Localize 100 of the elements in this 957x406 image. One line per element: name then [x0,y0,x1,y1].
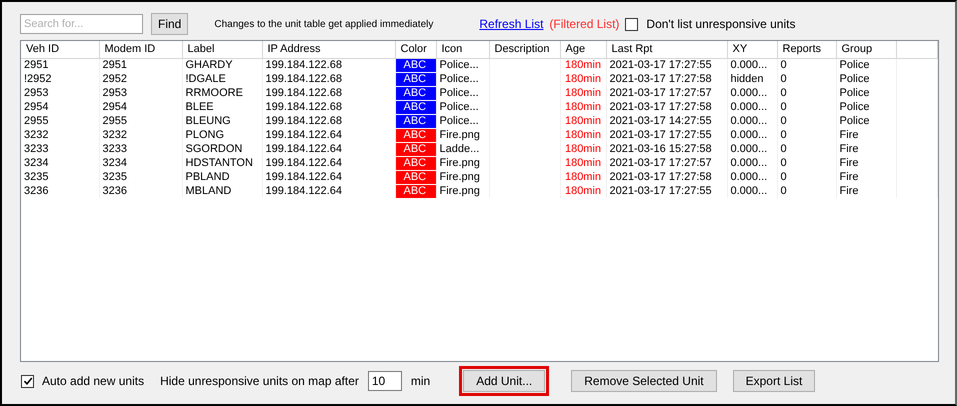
table-cell: 3235 [21,170,99,184]
table-cell: 180min [560,170,606,184]
table-cell: Fire.png [436,170,489,184]
table-cell: 2021-03-17 17:27:57 [606,86,727,100]
table-cell: 199.184.122.64 [262,128,395,142]
table-cell: 3236 [99,184,182,198]
table-cell: PBLAND [182,170,262,184]
table-cell: 0 [777,184,836,198]
unit-label: min [410,373,430,390]
table-cell: 180min [560,156,606,170]
table-cell: Fire [836,128,896,142]
table-cell: 2021-03-17 14:27:55 [606,114,727,128]
table-cell: 2021-03-17 17:27:58 [606,72,727,86]
column-header[interactable]: Last Rpt [606,41,727,58]
table-cell: Police [836,114,896,128]
table-cell: BLEE [182,100,262,114]
column-header[interactable]: Age [560,41,606,58]
table-cell: Police... [436,100,489,114]
table-cell: 2021-03-17 17:27:58 [606,100,727,114]
table-cell: 0.000... [727,58,777,72]
table-cell: Police... [436,58,489,72]
column-header[interactable]: Reports [777,41,836,58]
column-header[interactable]: Color [395,41,436,58]
column-header[interactable]: Description [489,41,560,58]
table-cell: 0 [777,72,836,86]
table-cell: 0.000... [727,170,777,184]
table-cell: 2952 [99,72,182,86]
table-cell: PLONG [182,128,262,142]
table-cell: 3234 [21,156,99,170]
color-swatch: ABC [396,86,435,100]
search-field[interactable]: Search for... [20,14,143,34]
checkbox[interactable] [625,18,638,30]
table-cell: Fire [836,184,896,198]
table-cell: 2021-03-16 15:27:58 [606,142,727,156]
action-button[interactable]: Add Unit... [463,370,546,392]
table-cell: 0.000... [727,114,777,128]
table-cell: Fire [836,156,896,170]
table-cell: Fire [836,142,896,156]
table-cell: 180min [560,58,606,72]
table-cell: 2021-03-17 17:27:55 [606,184,727,198]
column-header[interactable]: Veh ID [21,41,99,58]
table-cell: 199.184.122.64 [262,142,395,156]
table-cell: 0 [777,100,836,114]
column-header[interactable]: Group [836,41,896,58]
color-swatch: ABC [396,170,435,184]
table-cell: 2021-03-17 17:27:55 [606,58,727,72]
table-cell: 3232 [99,128,182,142]
table-cell: 2954 [99,100,182,114]
color-swatch: ABC [396,114,435,128]
column-header[interactable]: Icon [436,41,489,58]
minutes-field[interactable]: 10 [368,371,402,391]
color-swatch: ABC [396,142,435,156]
table-cell: hidden [727,72,777,86]
table-cell: 0 [777,128,836,142]
table-cell: MBLAND [182,184,262,198]
table-cell: 3233 [21,142,99,156]
table-cell: 199.184.122.68 [262,100,395,114]
table-cell: 180min [560,142,606,156]
column-header[interactable]: Modem ID [99,41,182,58]
checked-checkbox[interactable] [21,374,34,388]
table-cell: Police... [436,72,489,86]
table-cell: 0.000... [727,142,777,156]
table-cell: 2021-03-17 17:27:57 [606,156,727,170]
table-cell: RRMOORE [182,86,262,100]
column-header[interactable]: Label [182,41,262,58]
column-header[interactable]: IP Address [262,41,395,58]
action-button[interactable]: Export List [732,370,816,392]
table-cell: Fire [836,170,896,184]
filter-status: (Filtered List) [549,16,620,33]
table-cell: GHARDY [182,58,262,72]
table-cell: 199.184.122.64 [262,170,395,184]
table-cell: Fire.png [436,128,489,142]
color-swatch: ABC [396,156,435,170]
action-button[interactable]: Remove Selected Unit [571,370,717,392]
table-cell: 2953 [21,86,99,100]
table-cell: 0.000... [727,156,777,170]
table-cell: Police [836,72,896,86]
notice-text: Changes to the unit table get applied immediately [214,18,434,32]
table-cell: 2951 [21,58,99,72]
table-cell: 2021-03-17 17:27:58 [606,170,727,184]
table-cell: 199.184.122.68 [262,58,395,72]
refresh-link[interactable]: Refresh List [479,15,544,33]
table-cell: 180min [560,184,606,198]
table-cell: 180min [560,114,606,128]
table-cell: SGORDON [182,142,262,156]
table-cell: !2952 [21,72,99,86]
table-cell: Police... [436,114,489,128]
table-cell: Fire.png [436,184,489,198]
table-cell: Fire.png [436,156,489,170]
table-cell: HDSTANTON [182,156,262,170]
table-cell: Police [836,86,896,100]
column-header[interactable]: XY [727,41,777,58]
find-button[interactable]: Find [151,13,188,35]
table-cell: 180min [560,86,606,100]
checkbox-label: Don't list unresponsive units [646,16,796,33]
table-cell: Police [836,58,896,72]
table-cell: 0.000... [727,86,777,100]
color-swatch: ABC [396,100,435,114]
table-cell: 3232 [21,128,99,142]
table-cell: 0 [777,58,836,72]
